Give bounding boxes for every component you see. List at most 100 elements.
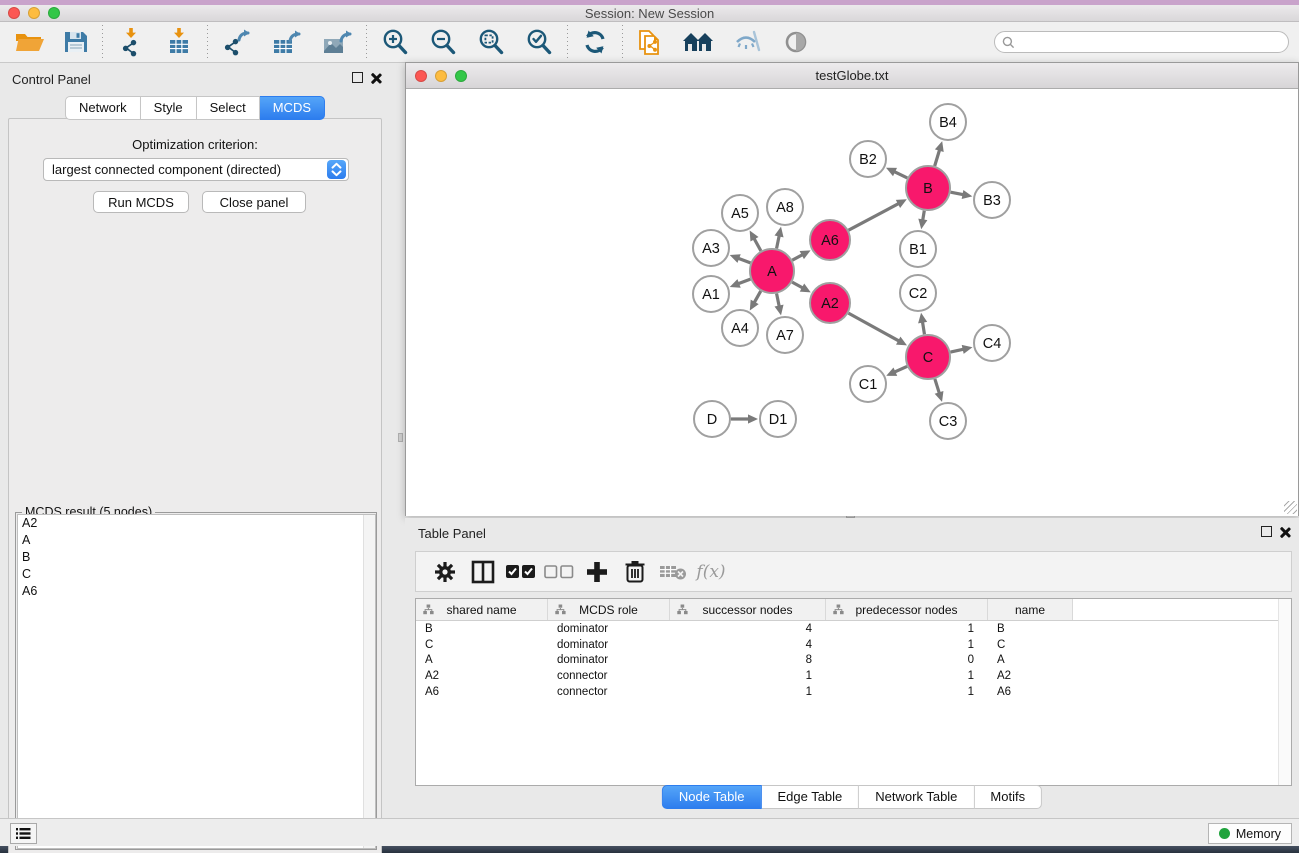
add-column-icon[interactable]: [578, 555, 616, 589]
edge-B-B1[interactable]: [923, 211, 925, 221]
edge-A2-C[interactable]: [848, 313, 899, 341]
table-row[interactable]: Bdominator41B: [416, 621, 1291, 637]
arrowhead-icon: [730, 254, 741, 263]
edge-A-A6[interactable]: [792, 255, 802, 261]
node-label-B: B: [923, 181, 933, 197]
table-scrollbar[interactable]: [1278, 599, 1291, 785]
zoom-out-icon[interactable]: [419, 25, 467, 59]
task-history-button[interactable]: [10, 823, 37, 844]
column-header-name[interactable]: name: [988, 599, 1073, 620]
edge-A-A3[interactable]: [738, 258, 750, 263]
network-window-title: testGlobe.txt: [406, 68, 1298, 83]
copy-document-icon[interactable]: [627, 25, 673, 59]
arrowhead-icon: [775, 305, 784, 316]
node-table[interactable]: shared name MCDS role successor nodes pr…: [415, 598, 1292, 786]
tab-style[interactable]: Style: [141, 96, 197, 120]
column-header-predecessor-nodes[interactable]: predecessor nodes: [826, 599, 988, 620]
edge-A-A7[interactable]: [777, 294, 780, 307]
table-row[interactable]: A2connector11A2: [416, 668, 1291, 684]
tab-select[interactable]: Select: [197, 96, 260, 120]
mcds-result-item[interactable]: A6: [18, 583, 375, 600]
table-row[interactable]: Cdominator41C: [416, 637, 1291, 653]
criterion-dropdown[interactable]: largest connected component (directed): [43, 158, 349, 181]
function-builder-icon: f(x): [692, 555, 730, 589]
float-table-panel-icon[interactable]: [1261, 526, 1272, 537]
refresh-icon[interactable]: [572, 25, 618, 59]
export-image-icon[interactable]: [312, 25, 362, 59]
result-list-scrollbar[interactable]: [363, 515, 375, 848]
tab-mcds[interactable]: MCDS: [260, 96, 325, 120]
node-label-C2: C2: [909, 286, 928, 302]
edge-B-B4[interactable]: [935, 150, 940, 166]
zoom-in-icon[interactable]: [371, 25, 419, 59]
memory-status-icon: [1219, 828, 1230, 839]
column-header-successor-nodes[interactable]: successor nodes: [670, 599, 826, 620]
column-header-MCDS-role[interactable]: MCDS role: [548, 599, 670, 620]
edge-A-A1[interactable]: [738, 279, 750, 284]
vertical-split-handle[interactable]: [398, 433, 403, 442]
hide-graphics-icon[interactable]: [725, 25, 773, 59]
edge-C-C1[interactable]: [894, 366, 907, 372]
export-table-icon[interactable]: [262, 25, 312, 59]
edge-A-A8[interactable]: [777, 235, 780, 248]
edge-C-C4[interactable]: [950, 349, 963, 352]
node-label-B3: B3: [983, 193, 1001, 209]
edge-C-C3[interactable]: [935, 379, 939, 393]
edge-A-A2[interactable]: [792, 282, 803, 288]
node-label-B1: B1: [909, 242, 927, 258]
cell-predecessor-nodes: 1: [826, 623, 988, 635]
edge-B-B2[interactable]: [894, 172, 907, 178]
tab-network[interactable]: Network: [65, 96, 141, 120]
mcds-result-list[interactable]: A2ABCA6: [17, 514, 376, 849]
column-header-shared-name[interactable]: shared name: [416, 599, 548, 620]
home-pair-icon[interactable]: [673, 25, 725, 59]
columns-icon[interactable]: [464, 555, 502, 589]
float-panel-icon[interactable]: [352, 72, 363, 83]
session-title: Session: New Session: [0, 6, 1299, 21]
resize-grip-icon[interactable]: [1284, 501, 1297, 514]
tab-network-table[interactable]: Network Table: [859, 785, 974, 809]
cell-successor-nodes: 4: [670, 623, 826, 635]
zoom-fit-icon[interactable]: [467, 25, 515, 59]
import-network-icon[interactable]: [107, 25, 155, 59]
tab-motifs[interactable]: Motifs: [974, 785, 1042, 809]
tab-node-table[interactable]: Node Table: [662, 785, 762, 809]
edge-C-C2[interactable]: [922, 322, 924, 335]
status-bar: Memory: [0, 818, 1299, 846]
mcds-result-item[interactable]: C: [18, 566, 375, 583]
mcds-result-item[interactable]: A: [18, 532, 375, 549]
cell-successor-nodes: 1: [670, 686, 826, 698]
delete-column-icon[interactable]: [616, 555, 654, 589]
edge-A6-B[interactable]: [849, 203, 899, 230]
deselect-all-icon[interactable]: [540, 555, 578, 589]
list-icon: [16, 827, 31, 840]
table-row[interactable]: A6connector11A6: [416, 684, 1291, 700]
run-mcds-button[interactable]: Run MCDS: [93, 191, 189, 213]
export-network-icon[interactable]: [212, 25, 262, 59]
mcds-result-item[interactable]: B: [18, 549, 375, 566]
save-session-icon[interactable]: [54, 25, 98, 59]
import-table-icon[interactable]: [155, 25, 203, 59]
cell-name: A: [988, 654, 1073, 666]
table-row[interactable]: Adominator80A: [416, 652, 1291, 668]
show-graphics-icon[interactable]: [773, 25, 819, 59]
memory-button[interactable]: Memory: [1208, 823, 1292, 844]
edge-A-A4[interactable]: [754, 291, 761, 303]
search-box[interactable]: [994, 31, 1289, 53]
gear-icon[interactable]: [426, 555, 464, 589]
main-toolbar: [0, 22, 1299, 63]
cell-shared-name: A2: [416, 670, 548, 682]
mcds-result-item[interactable]: A2: [18, 515, 375, 532]
close-panel-button[interactable]: Close panel: [202, 191, 306, 213]
search-input[interactable]: [1019, 35, 1288, 49]
network-canvas[interactable]: AA6A2BCA1A3A4A5A7A8B1B2B3B4C1C2C3C4DD1: [406, 90, 1298, 516]
close-panel-icon[interactable]: [370, 72, 382, 84]
open-session-icon[interactable]: [6, 25, 54, 59]
tab-edge-table[interactable]: Edge Table: [761, 785, 859, 809]
select-all-icon[interactable]: [502, 555, 540, 589]
edge-B-B3[interactable]: [951, 192, 964, 194]
delete-table-icon: [654, 555, 692, 589]
zoom-selected-icon[interactable]: [515, 25, 563, 59]
edge-A-A5[interactable]: [754, 238, 761, 250]
close-table-panel-icon[interactable]: [1279, 526, 1291, 538]
